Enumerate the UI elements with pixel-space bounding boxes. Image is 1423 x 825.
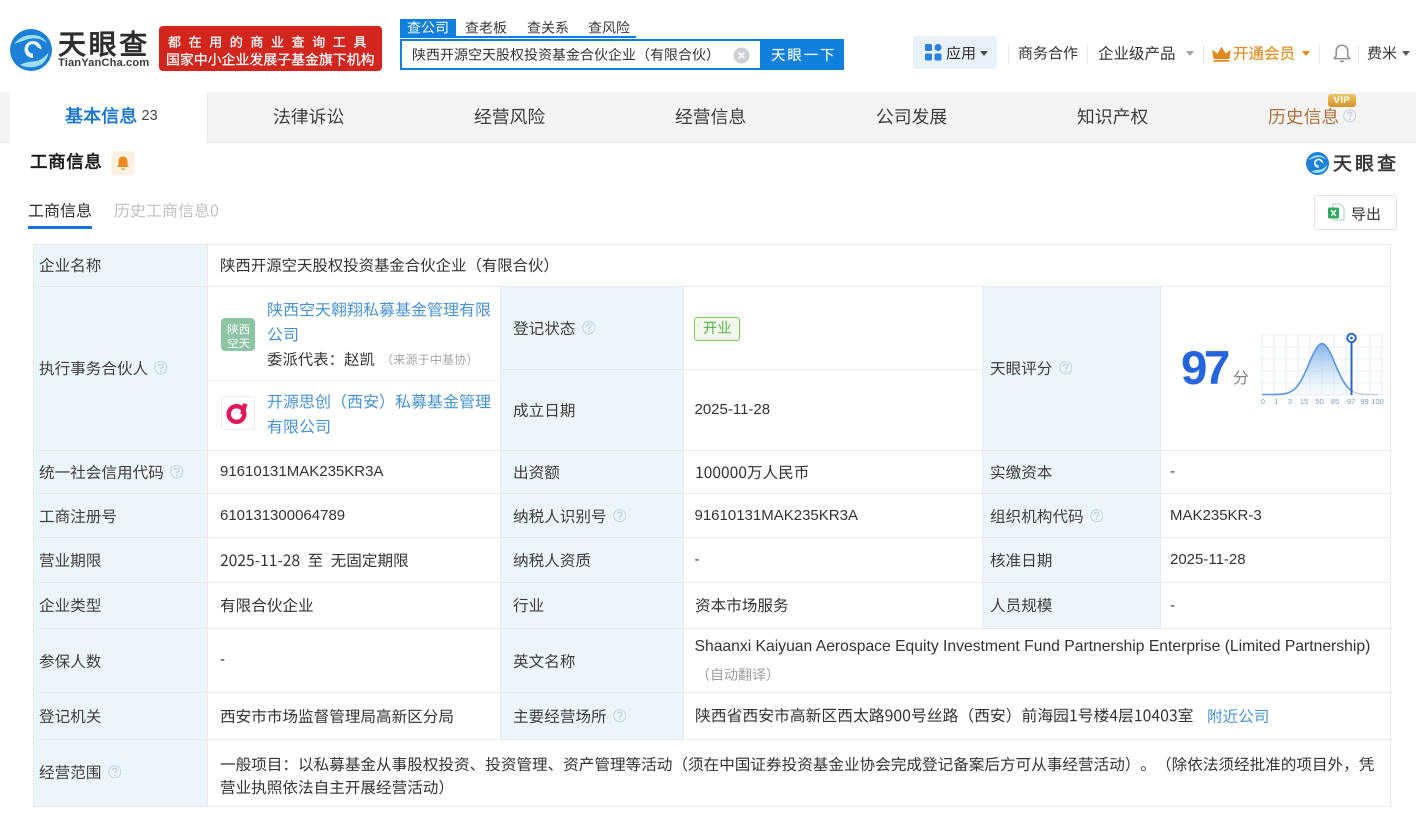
svg-text:1: 1 [1274,397,1278,406]
svg-text:3: 3 [1288,397,1292,406]
svg-text:97: 97 [1347,397,1355,406]
svg-text:15: 15 [1300,397,1308,406]
svg-text:50: 50 [1315,397,1323,406]
svg-text:100: 100 [1371,397,1384,406]
svg-text:0: 0 [1261,397,1265,406]
svg-text:85: 85 [1331,397,1339,406]
svg-text:99: 99 [1360,397,1368,406]
